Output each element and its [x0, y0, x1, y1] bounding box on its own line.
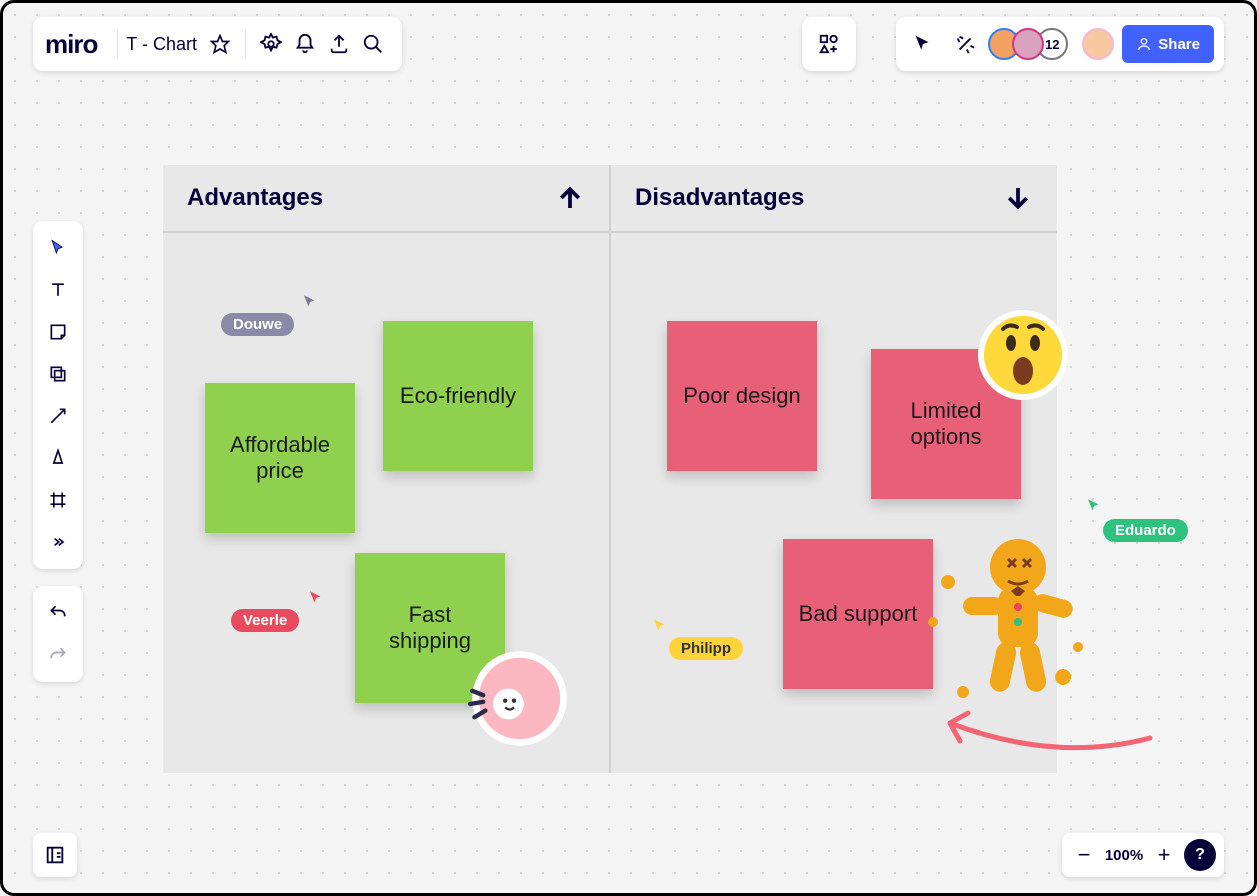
zoom-value[interactable]: 100% [1104, 847, 1144, 864]
more-tools[interactable] [38, 522, 78, 562]
remote-cursor-label: Douwe [221, 313, 294, 336]
column-header: Advantages [163, 165, 609, 233]
ok-hand-sticker[interactable] [459, 638, 569, 753]
reactions-icon[interactable] [948, 27, 982, 61]
select-tool[interactable] [38, 228, 78, 268]
pen-tool[interactable] [38, 438, 78, 478]
remote-cursor-icon [307, 589, 325, 607]
avatar-stack[interactable]: 12 [996, 28, 1068, 60]
zoom-in-button[interactable]: + [1150, 841, 1178, 869]
arrow-down-icon [1003, 183, 1033, 213]
sticky-text: Eco-friendly [400, 383, 516, 409]
settings-icon[interactable] [254, 27, 288, 61]
collab-panel: 12 Share [896, 17, 1224, 71]
remote-cursor-icon [1085, 497, 1103, 515]
remote-cursor-label: Philipp [669, 637, 743, 660]
sticky-note[interactable]: Eco-friendly [383, 321, 533, 471]
shape-tool[interactable] [38, 354, 78, 394]
redo-button[interactable] [38, 635, 78, 675]
avatar[interactable] [1012, 28, 1044, 60]
board-title[interactable]: T - Chart [126, 34, 197, 55]
frame-tool[interactable] [38, 480, 78, 520]
export-icon[interactable] [322, 27, 356, 61]
logo[interactable]: miro [45, 29, 97, 60]
undo-panel [33, 586, 83, 682]
undo-button[interactable] [38, 593, 78, 633]
drawn-arrow[interactable] [925, 703, 1155, 763]
remote-cursor-icon [651, 617, 669, 635]
column-title: Disadvantages [635, 184, 804, 212]
help-button[interactable]: ? [1184, 839, 1216, 871]
divider [245, 29, 246, 59]
star-icon[interactable] [203, 27, 237, 61]
zoom-panel: − 100% + ? [1062, 833, 1224, 877]
search-icon[interactable] [356, 27, 390, 61]
toolbar [33, 221, 83, 569]
presentation-panel-button[interactable] [33, 833, 77, 877]
quick-add-button[interactable] [802, 17, 856, 71]
share-button[interactable]: Share [1122, 25, 1214, 63]
sticky-tool[interactable] [38, 312, 78, 352]
cursor-mode-icon[interactable] [906, 27, 940, 61]
column-header: Disadvantages [611, 165, 1057, 233]
zoom-out-button[interactable]: − [1070, 841, 1098, 869]
sticky-note[interactable]: Poor design [667, 321, 817, 471]
text-tool[interactable] [38, 270, 78, 310]
arrow-tool[interactable] [38, 396, 78, 436]
sticky-text: Bad support [799, 601, 918, 627]
sticky-text: Poor design [683, 383, 800, 409]
sticky-text: Affordable price [215, 432, 345, 484]
sticky-note[interactable]: Bad support [783, 539, 933, 689]
remote-cursor-label: Veerle [231, 609, 299, 632]
remote-cursor-icon [301, 293, 319, 311]
divider [117, 29, 118, 59]
header-panel: miro T - Chart [33, 17, 402, 71]
arrow-up-icon [555, 183, 585, 213]
bell-icon[interactable] [288, 27, 322, 61]
avatar-self[interactable] [1082, 28, 1114, 60]
remote-cursor-label: Eduardo [1103, 519, 1188, 542]
wow-emoji-sticker[interactable] [973, 305, 1073, 410]
zoom-area: − 100% + ? [1062, 833, 1224, 877]
gingerbread-sticker[interactable] [913, 527, 1093, 722]
sticky-note[interactable]: Affordable price [205, 383, 355, 533]
share-label: Share [1158, 36, 1200, 53]
column-title: Advantages [187, 184, 323, 212]
